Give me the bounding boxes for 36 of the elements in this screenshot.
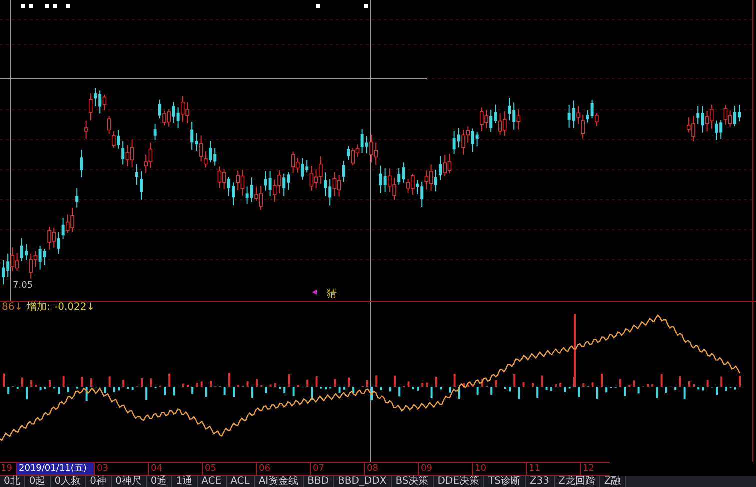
date-axis-label: 11: [526, 463, 580, 475]
date-axis-label: 06: [256, 463, 310, 475]
date-axis-label: 10: [472, 463, 526, 475]
indicator-legend-text: -0.022↓: [54, 302, 96, 314]
indicator-legend-text: 增加:: [27, 302, 50, 314]
date-axis-label: 07: [310, 463, 364, 475]
indicator-tab[interactable]: 0神: [86, 476, 112, 487]
date-axis-label: 2019/01/11(五): [16, 463, 94, 475]
date-axis-label: 04: [148, 463, 202, 475]
indicator-tab[interactable]: 0通: [146, 476, 172, 487]
price-label: 7.05: [13, 281, 34, 291]
indicator-tab[interactable]: Z33: [526, 476, 555, 487]
indicator-tab[interactable]: Z融: [600, 476, 626, 487]
indicator-tab[interactable]: 1通: [172, 476, 198, 487]
date-axis-label: 09: [418, 463, 472, 475]
indicator-tab[interactable]: BS决策: [392, 476, 434, 487]
indicator-tab[interactable]: ACL: [226, 476, 255, 487]
indicator-legend-text: 86↓: [2, 302, 24, 314]
indicator-tab[interactable]: 0起: [25, 476, 51, 487]
indicator-tab[interactable]: ACE: [198, 476, 227, 487]
indicator-tab[interactable]: BBD_DDX: [334, 476, 392, 487]
date-axis-label: 03: [94, 463, 148, 475]
signal-mark: ◂: [312, 287, 318, 300]
indicator-tab[interactable]: 0人救: [50, 476, 86, 487]
indicator-tab[interactable]: BBD: [304, 476, 334, 487]
date-axis-label: 05: [202, 463, 256, 475]
signal-mark: 猜: [327, 288, 338, 301]
indicator-tab[interactable]: Z龙回踏: [554, 476, 600, 487]
indicator-tab[interactable]: TS诊断: [484, 476, 526, 487]
date-axis-label: 08: [364, 463, 418, 475]
date-axis-label: 12: [580, 463, 634, 475]
date-axis-label: 19: [0, 463, 14, 475]
indicator-tab[interactable]: AI资金线: [254, 476, 304, 487]
indicator-tab[interactable]: 0北: [0, 476, 26, 487]
indicator-tab[interactable]: 0神尺: [112, 476, 147, 487]
indicator-tab[interactable]: DDE决策: [434, 476, 484, 487]
